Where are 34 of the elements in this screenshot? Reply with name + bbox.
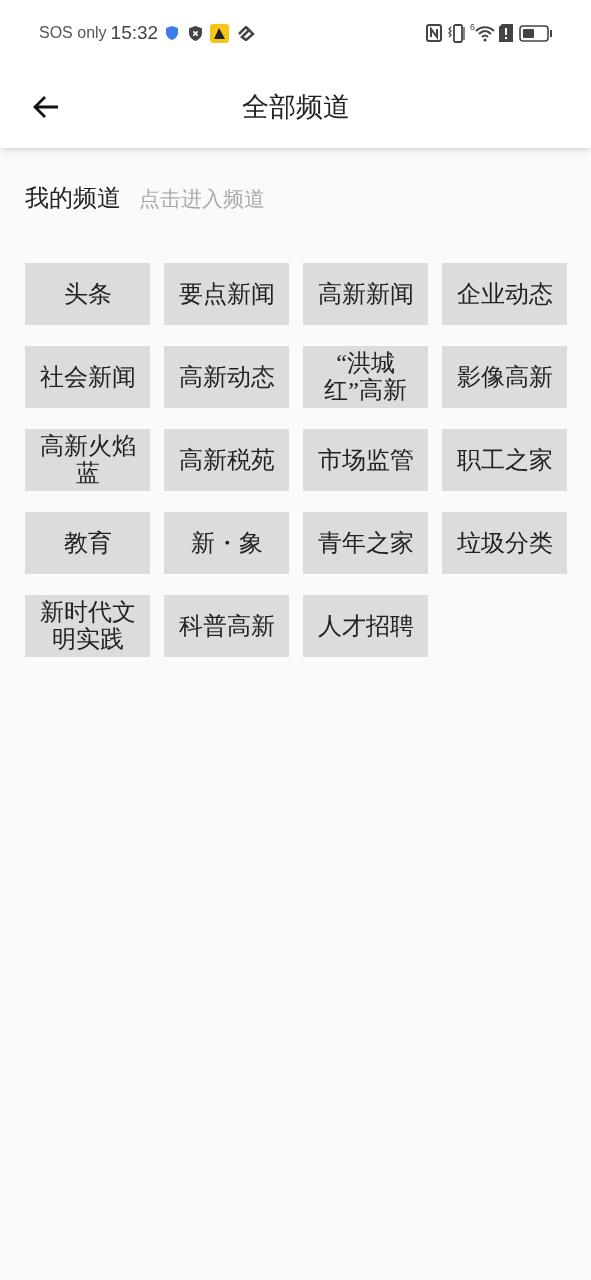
shield-icon — [166, 26, 179, 40]
channel-tile[interactable]: 要点新闻 — [164, 263, 289, 325]
wifi-icon — [475, 24, 495, 42]
page-title: 全部频道 — [241, 90, 350, 124]
nfc-icon — [426, 24, 442, 42]
battery-icon — [519, 24, 552, 42]
channel-tile[interactable]: 社会新闻 — [25, 346, 150, 408]
channel-tile[interactable]: 影像高新 — [442, 346, 567, 408]
section-title: 我的频道 — [25, 184, 121, 213]
back-arrow-icon — [32, 95, 60, 119]
channel-tile[interactable]: 高新火焰蓝 — [25, 429, 150, 491]
channel-tile[interactable]: “洪城红”高新 — [303, 346, 428, 408]
clock-time: 15:32 — [110, 20, 159, 45]
network-type-text: 6 — [470, 21, 475, 34]
channel-tile[interactable]: 青年之家 — [303, 512, 428, 574]
channel-tile[interactable]: 科普高新 — [164, 595, 289, 657]
channel-tile[interactable]: 高新税苑 — [164, 429, 289, 491]
channel-tile[interactable]: 头条 — [25, 263, 150, 325]
shield-x-icon — [189, 25, 203, 41]
channel-tile[interactable]: 市场监管 — [303, 429, 428, 491]
carrier-text: SOS only — [39, 23, 107, 43]
sim-alert-icon — [499, 24, 513, 42]
channel-tile[interactable]: 企业动态 — [442, 263, 567, 325]
channel-tile[interactable]: 新・象 — [164, 512, 289, 574]
channel-tile[interactable]: 人才招聘 — [303, 595, 428, 657]
channel-tile[interactable]: 新时代文明实践 — [25, 595, 150, 657]
channel-tile[interactable]: 高新新闻 — [303, 263, 428, 325]
channel-tile[interactable]: 垃圾分类 — [442, 512, 567, 574]
section-hint: 点击进入频道 — [139, 186, 265, 213]
vibrate-icon — [448, 23, 466, 43]
app-icon — [210, 23, 230, 43]
channel-tile[interactable]: 高新动态 — [164, 346, 289, 408]
channel-tile[interactable]: 职工之家 — [442, 429, 567, 491]
channel-tile[interactable]: 教育 — [25, 512, 150, 574]
